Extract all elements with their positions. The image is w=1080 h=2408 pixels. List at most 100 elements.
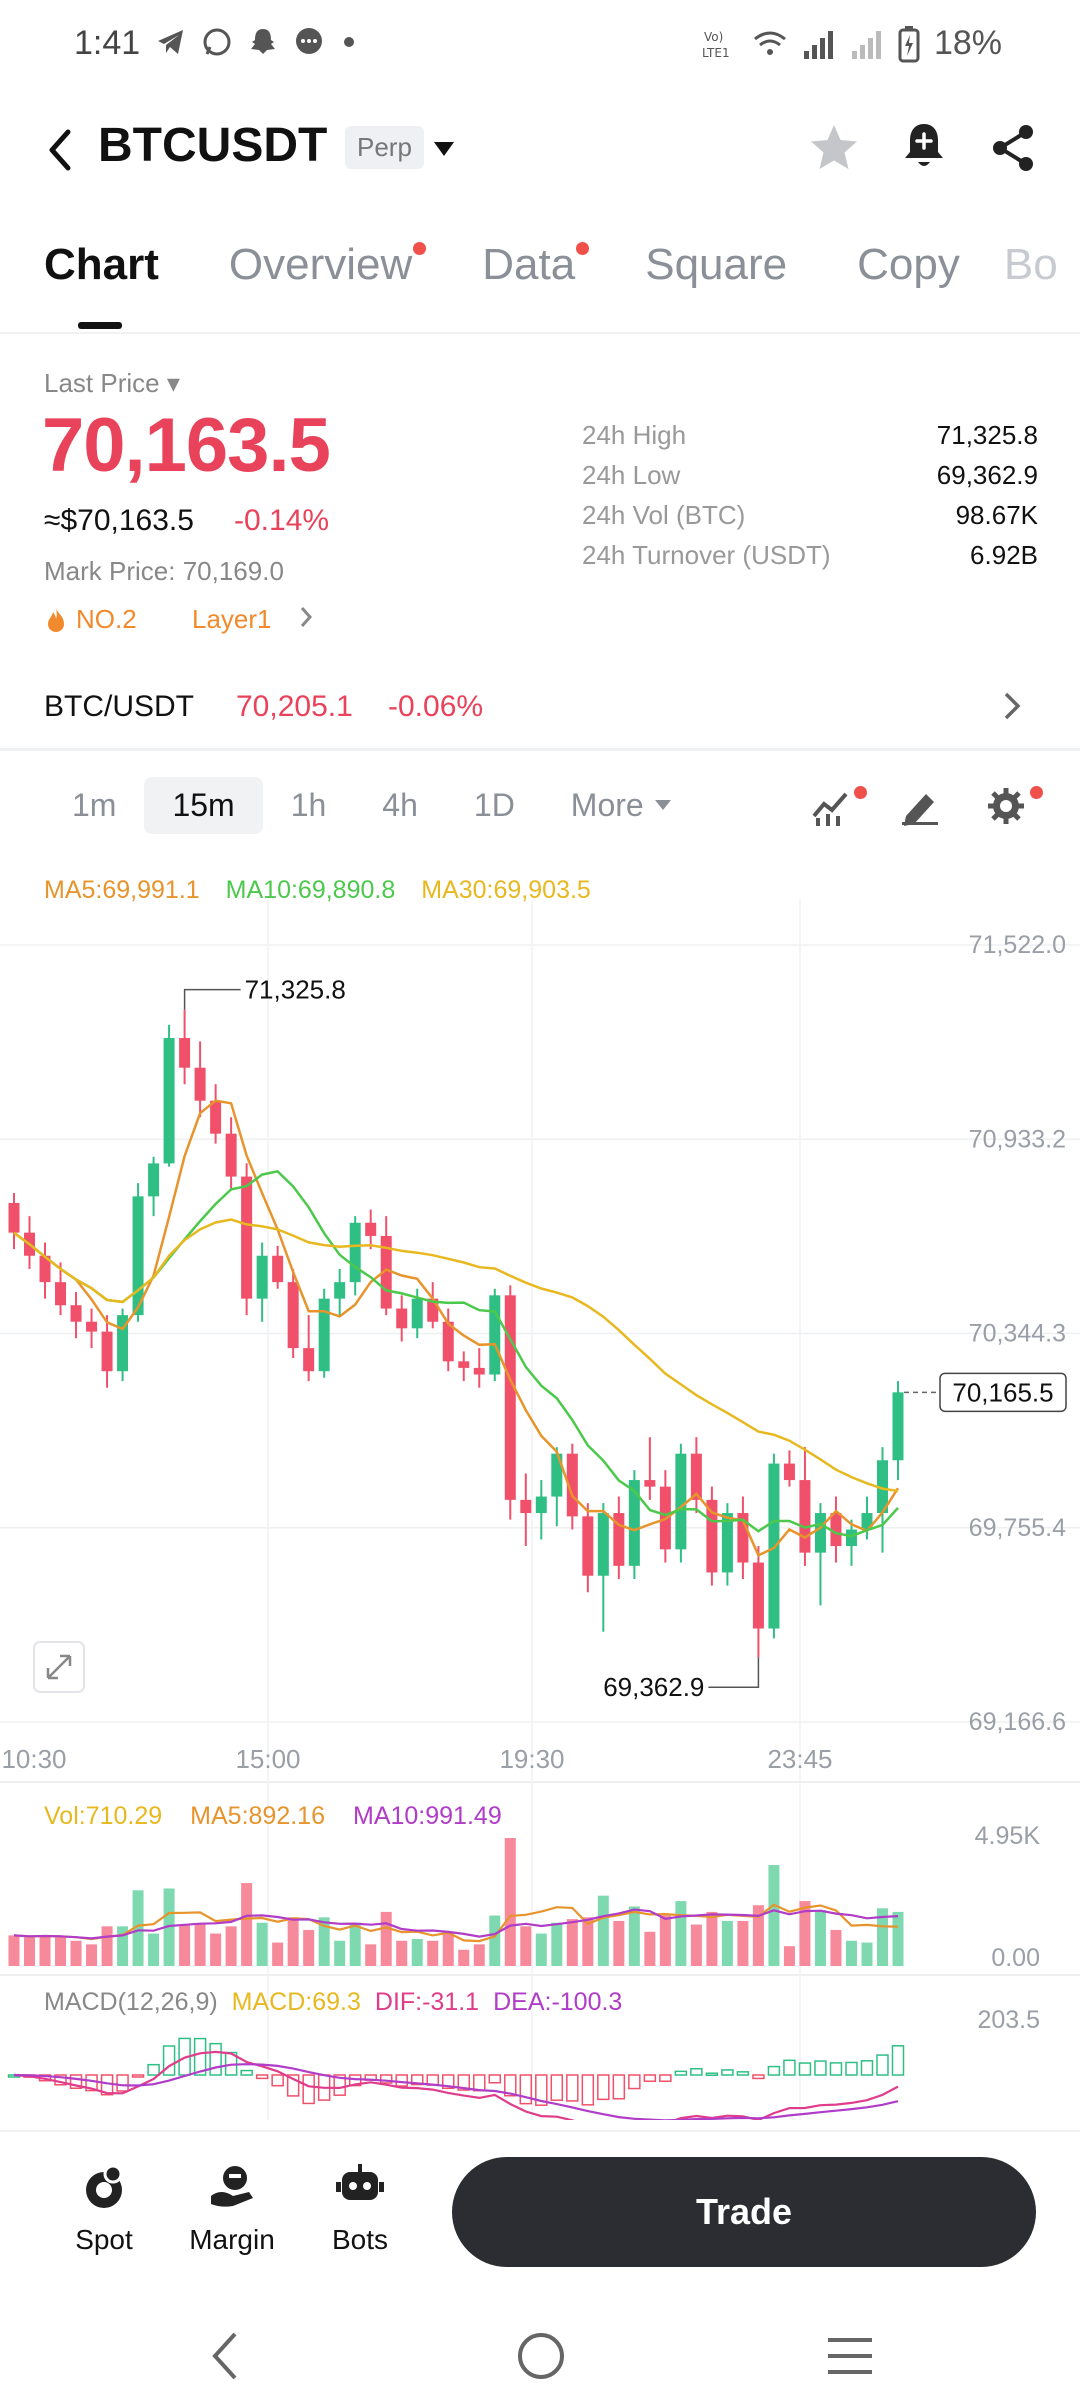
macd-histogram-bar	[597, 2074, 610, 2101]
stat-label: 24h High	[582, 420, 687, 450]
layer-chevron-icon[interactable]	[298, 604, 314, 630]
indicators-icon[interactable]	[810, 786, 854, 826]
system-home-icon[interactable]	[515, 2330, 567, 2382]
stat-row: 24h Low 69,362.9	[582, 460, 1038, 500]
volume-bar	[830, 1929, 842, 1966]
interval-1d[interactable]: 1D	[446, 777, 543, 834]
stat-label: 24h Turnover (USDT)	[582, 540, 831, 570]
trade-button[interactable]: Trade	[452, 2157, 1036, 2267]
layer-tag[interactable]: Layer1	[192, 604, 272, 635]
macd-histogram-bar	[891, 2045, 905, 2076]
time-axis-label: 15:00	[235, 1744, 300, 1774]
volume-bar	[225, 1926, 237, 1966]
margin-button[interactable]: Margin	[172, 2162, 292, 2256]
volume-bar	[70, 1940, 82, 1966]
interval-1h[interactable]: 1h	[263, 777, 355, 834]
candle	[473, 1367, 485, 1375]
battery-percent: 18%	[933, 24, 1002, 62]
rank-tag[interactable]: NO.2	[44, 604, 137, 635]
macd-histogram-bar	[519, 2074, 533, 2105]
spot-label: Spot	[75, 2224, 133, 2255]
telegram-icon	[158, 30, 183, 54]
macd-legend: MACD(12,26,9) MACD:69.3 DIF:-31.1 DEA:-1…	[44, 1988, 622, 2017]
macd-histogram-bar	[131, 2074, 145, 2078]
macd-histogram-bar	[147, 2063, 160, 2076]
candle	[241, 1176, 253, 1299]
bottom-action-bar: Spot Margin Bots Trade	[0, 2130, 1080, 2280]
stat-label: 24h Low	[582, 460, 681, 490]
spot-price: 70,205.1	[236, 690, 353, 723]
volume-bar	[597, 1895, 609, 1966]
chevron-right-icon[interactable]	[1000, 688, 1024, 724]
last-price-selector[interactable]: Last Price ▾	[44, 368, 180, 399]
expand-chart-button[interactable]	[33, 1641, 85, 1693]
interval-4h[interactable]: 4h	[354, 777, 446, 834]
chart-annotations: 71,325.8 69,362.9 70,165.5	[183, 975, 1067, 1702]
macd-axis-max: 203.5	[977, 2006, 1040, 2034]
tab-chart[interactable]: Chart	[44, 240, 159, 332]
volume-bar	[814, 1910, 826, 1966]
tab-data[interactable]: Data	[482, 240, 590, 332]
macd-histogram-bar	[116, 2074, 129, 2092]
volume-legend: Vol:710.29 MA5:892.16 MA10:991.49	[44, 1802, 502, 1831]
tab-overview-dot	[413, 242, 427, 255]
spot-button[interactable]: Spot	[44, 2162, 164, 2256]
svg-text:LTE1: LTE1	[702, 46, 730, 60]
volume-bar	[783, 1946, 795, 1966]
price-alert-bell-icon[interactable]	[900, 120, 948, 172]
price-chart[interactable]: 71,522.0 70,933.2 70,344.3 69,755.4 69,166.6…	[0, 900, 1080, 2120]
candle	[396, 1308, 408, 1329]
share-icon[interactable]	[988, 122, 1038, 174]
candle	[225, 1133, 237, 1177]
macd-histogram-bar	[690, 2067, 703, 2076]
candle	[597, 1513, 609, 1576]
bots-button[interactable]: Bots	[300, 2162, 420, 2256]
volume-bar	[380, 1911, 392, 1966]
volume-bar	[690, 1924, 702, 1966]
interval-more[interactable]: More	[543, 777, 700, 834]
interval-bar: 1m 15m 1h 4h 1D More	[44, 772, 700, 838]
candle	[287, 1282, 299, 1349]
favorite-star-icon[interactable]	[808, 122, 860, 174]
system-back-icon[interactable]	[205, 2328, 245, 2384]
tab-square[interactable]: Square	[645, 240, 787, 332]
price-change-percent: -0.14%	[234, 504, 330, 537]
tab-square-label: Square	[645, 240, 788, 289]
candle	[783, 1463, 795, 1481]
volume-bar	[210, 1933, 222, 1966]
volume-bar	[442, 1931, 454, 1966]
settings-dot	[1030, 786, 1043, 799]
symbol-dropdown-icon[interactable]	[432, 140, 456, 158]
last-price-caret-icon: ▾	[166, 368, 180, 398]
volume-bar	[194, 1924, 206, 1966]
macd-params-label: MACD(12,26,9)	[44, 1988, 218, 2016]
spot-price-row[interactable]: BTC/USDT 70,205.1 -0.06%	[0, 674, 1080, 744]
tab-copy[interactable]: Copy	[857, 240, 960, 332]
volume-bar	[411, 1938, 423, 1966]
24h-stats: 24h High 71,325.8 24h Low 69,362.9 24h Vol…	[582, 420, 1038, 580]
macd-histogram-bar	[721, 2069, 734, 2076]
back-icon[interactable]	[40, 122, 80, 178]
spot-change-percent: -0.06%	[388, 690, 484, 723]
interval-1m[interactable]: 1m	[44, 777, 144, 834]
tab-bots[interactable]: Bo	[1004, 240, 1058, 332]
tab-data-label: Data	[482, 240, 576, 289]
macd-histogram-bar	[643, 2074, 657, 2082]
volume-bar	[535, 1933, 547, 1966]
system-recents-icon[interactable]	[824, 2334, 876, 2378]
candle	[210, 1100, 222, 1134]
notification-icons	[155, 26, 359, 58]
symbol-title[interactable]: BTCUSDT	[98, 118, 327, 173]
tab-overview[interactable]: Overview	[229, 240, 427, 332]
interval-15m[interactable]: 15m	[144, 776, 263, 834]
settings-gear-icon[interactable]	[986, 786, 1030, 826]
volume-bar	[303, 1929, 315, 1966]
interval-more-label: More	[570, 786, 644, 823]
volume-bar	[628, 1906, 640, 1966]
volume-bar	[861, 1942, 873, 1966]
volume-bar	[256, 1922, 268, 1966]
volume-bar	[101, 1926, 113, 1966]
candle	[458, 1361, 470, 1368]
price-axis-label: 70,933.2	[969, 1125, 1066, 1153]
drawing-pen-icon[interactable]	[898, 786, 942, 826]
